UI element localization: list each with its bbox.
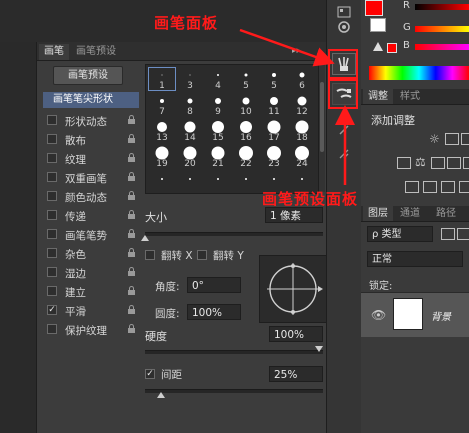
annotation-brush-preset-panel: 画笔预设面板 [262, 190, 359, 208]
annotation-arrows [239, 28, 358, 185]
